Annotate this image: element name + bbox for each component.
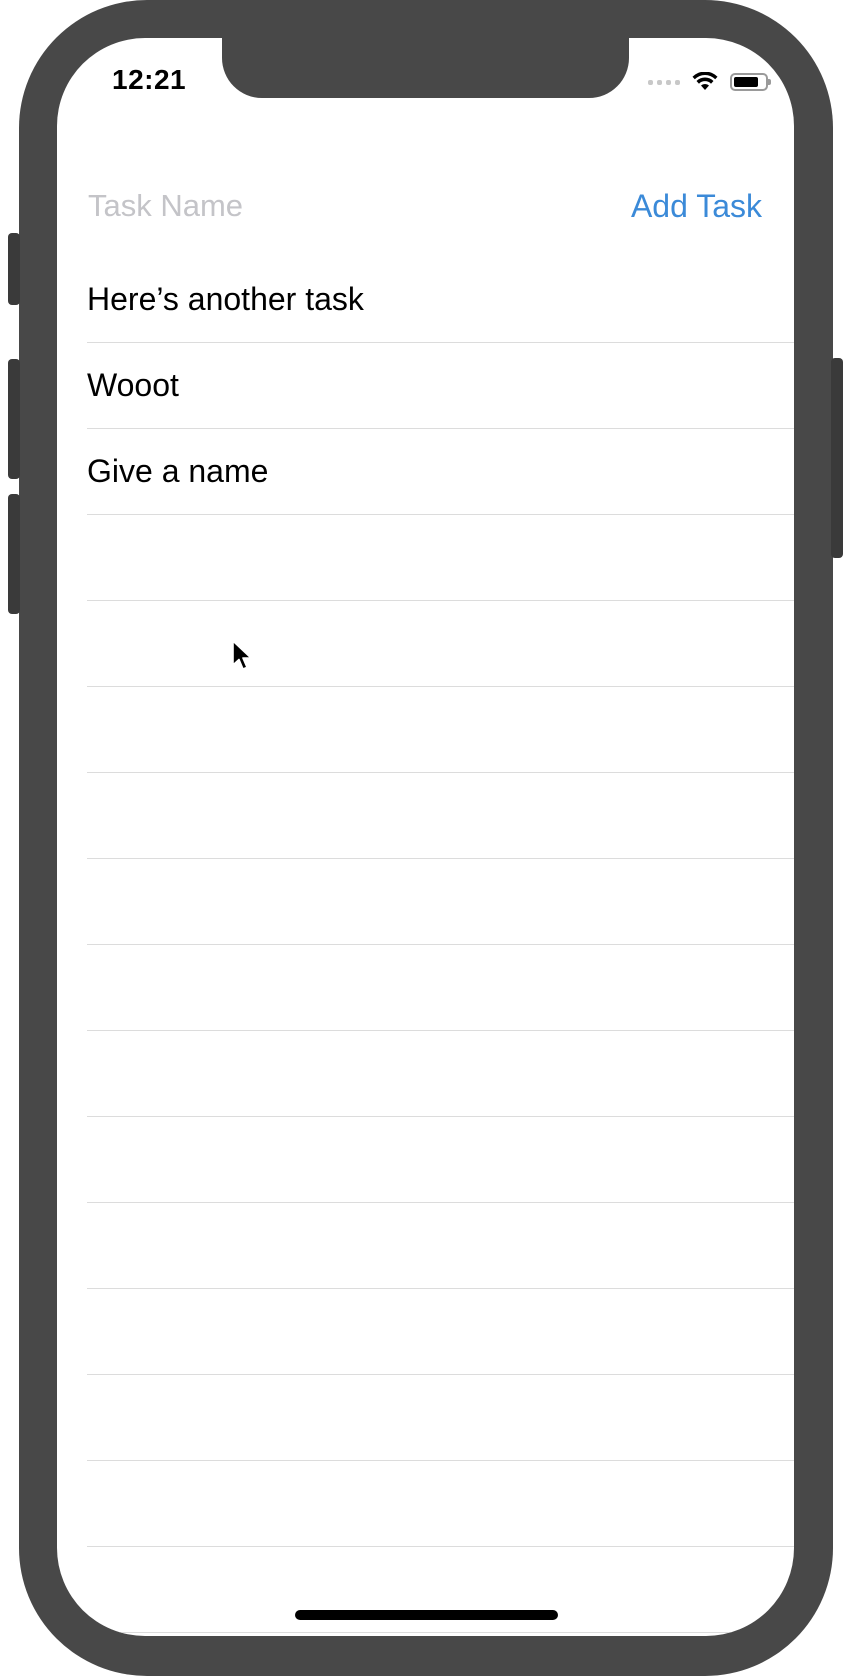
task-list[interactable]: Here’s another task Wooot Give a name <box>87 257 794 1633</box>
wifi-icon <box>692 72 718 90</box>
simulator-window: 12:21 Add Task Here’s another task Wooot… <box>0 0 852 1676</box>
task-name-input[interactable] <box>88 188 488 224</box>
task-row[interactable]: Wooot <box>87 343 794 429</box>
empty-row <box>87 773 794 859</box>
add-task-button[interactable]: Add Task <box>631 188 762 225</box>
empty-row <box>87 515 794 601</box>
app-screen: 12:21 Add Task Here’s another task Wooot… <box>57 38 794 1636</box>
battery-icon <box>730 73 771 91</box>
status-icons <box>648 70 771 94</box>
empty-row <box>87 1289 794 1375</box>
silent-switch <box>8 233 20 305</box>
task-row[interactable]: Give a name <box>87 429 794 515</box>
empty-row <box>87 601 794 687</box>
empty-row <box>87 945 794 1031</box>
status-time: 12:21 <box>112 64 187 95</box>
empty-row <box>87 1547 794 1633</box>
task-row[interactable]: Here’s another task <box>87 257 794 343</box>
pointer-cursor-icon <box>232 640 252 670</box>
cellular-signal-icon <box>648 79 680 85</box>
power-button <box>831 358 843 558</box>
empty-row <box>87 1375 794 1461</box>
empty-row <box>87 859 794 945</box>
add-task-bar: Add Task <box>88 178 762 234</box>
empty-row <box>87 1117 794 1203</box>
home-indicator[interactable] <box>295 1610 558 1620</box>
empty-row <box>87 1203 794 1289</box>
empty-row <box>87 687 794 773</box>
device-notch <box>222 38 629 98</box>
empty-row <box>87 1461 794 1547</box>
empty-row <box>87 1031 794 1117</box>
volume-down-button <box>8 494 20 614</box>
volume-up-button <box>8 359 20 479</box>
